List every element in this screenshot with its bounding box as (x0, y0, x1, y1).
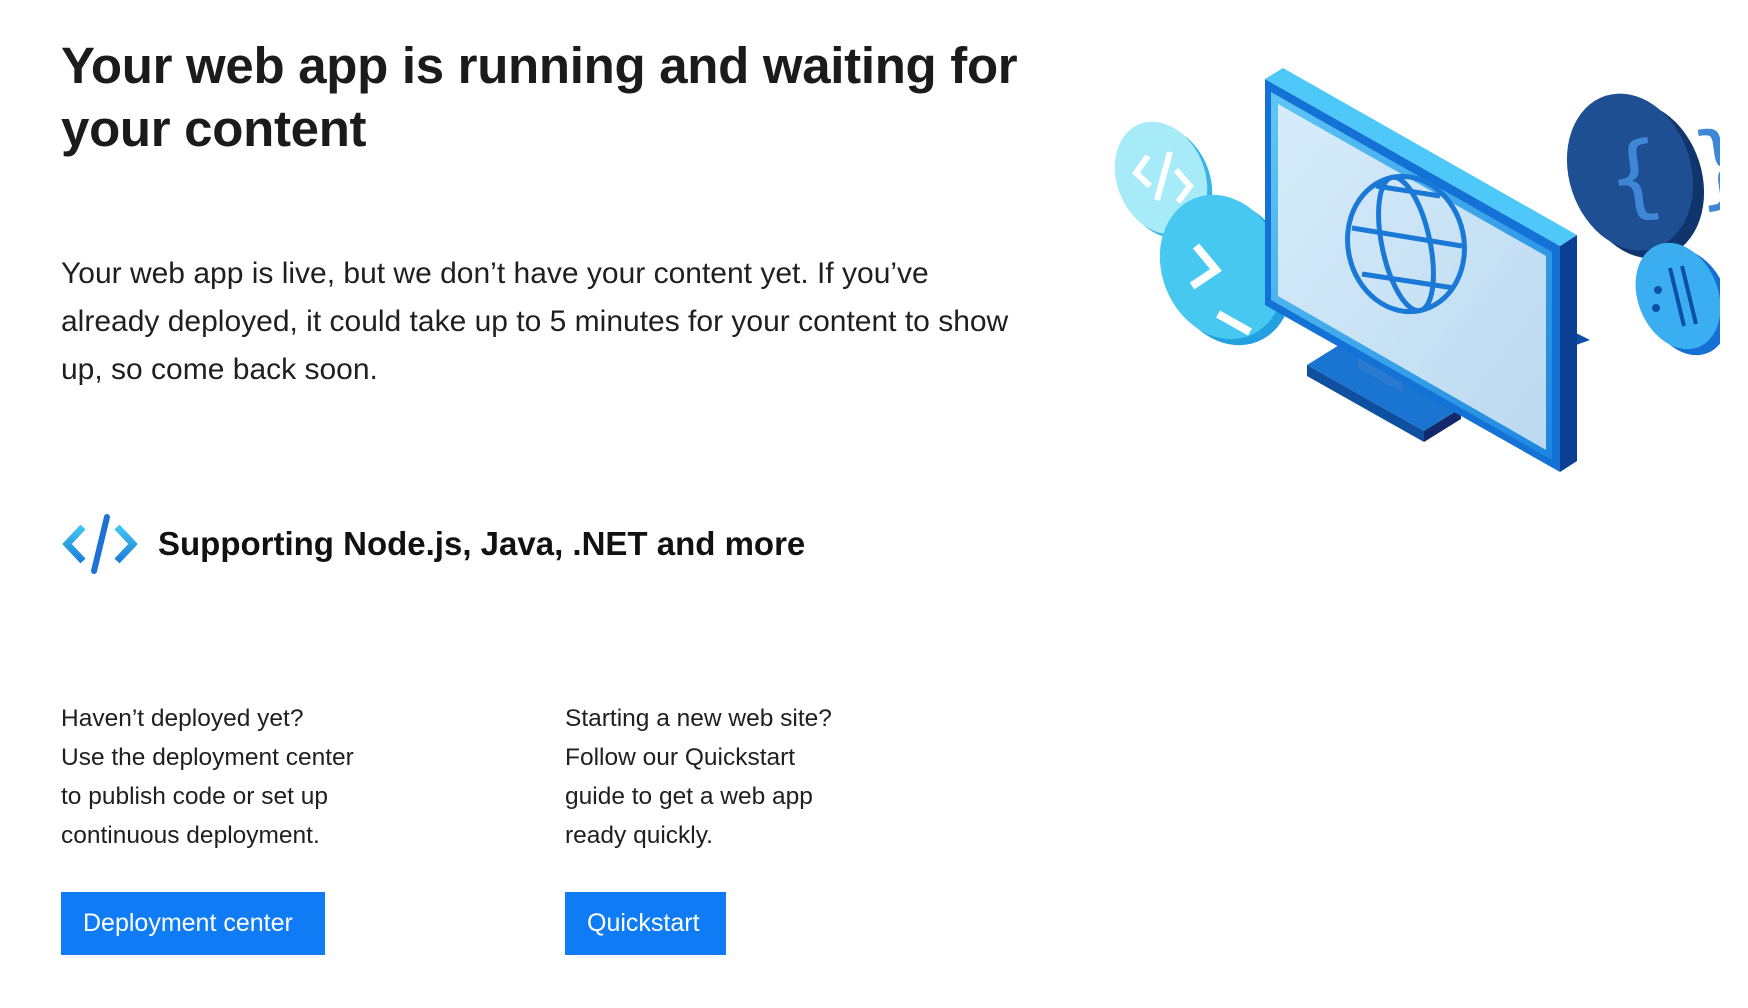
web-app-illustration: { } (1114, 68, 1720, 472)
supported-languages-label: Supporting Node.js, Java, .NET and more (158, 525, 806, 562)
deployment-info-line: Use the deployment center (61, 744, 354, 771)
intro-text: Your web app is live, but we don’t have … (61, 257, 1009, 386)
quickstart-info: Starting a new web site? Follow our Quic… (565, 699, 995, 855)
code-brackets-icon (62, 514, 138, 574)
quickstart-info-line: guide to get a web app (565, 783, 813, 810)
quickstart-button[interactable]: Quickstart (565, 892, 726, 955)
deployment-info: Haven’t deployed yet? Use the deployment… (61, 699, 491, 855)
quickstart-info-line: ready quickly. (565, 822, 713, 849)
quickstart-info-line: Follow our Quickstart (565, 744, 796, 771)
deployment-center-button[interactable]: Deployment center (61, 892, 325, 955)
deployment-info-line: Haven’t deployed yet? (61, 705, 304, 732)
svg-text:{ }: { } (1600, 109, 1720, 233)
deployment-info-line: continuous deployment. (61, 822, 320, 849)
deployment-info-line: to publish code or set up (61, 783, 328, 810)
supported-languages: Supporting Node.js, Java, .NET and more (61, 513, 805, 575)
quickstart-info-line: Starting a new web site? (565, 705, 832, 732)
page-title: Your web app is running and waiting for … (61, 37, 1018, 157)
